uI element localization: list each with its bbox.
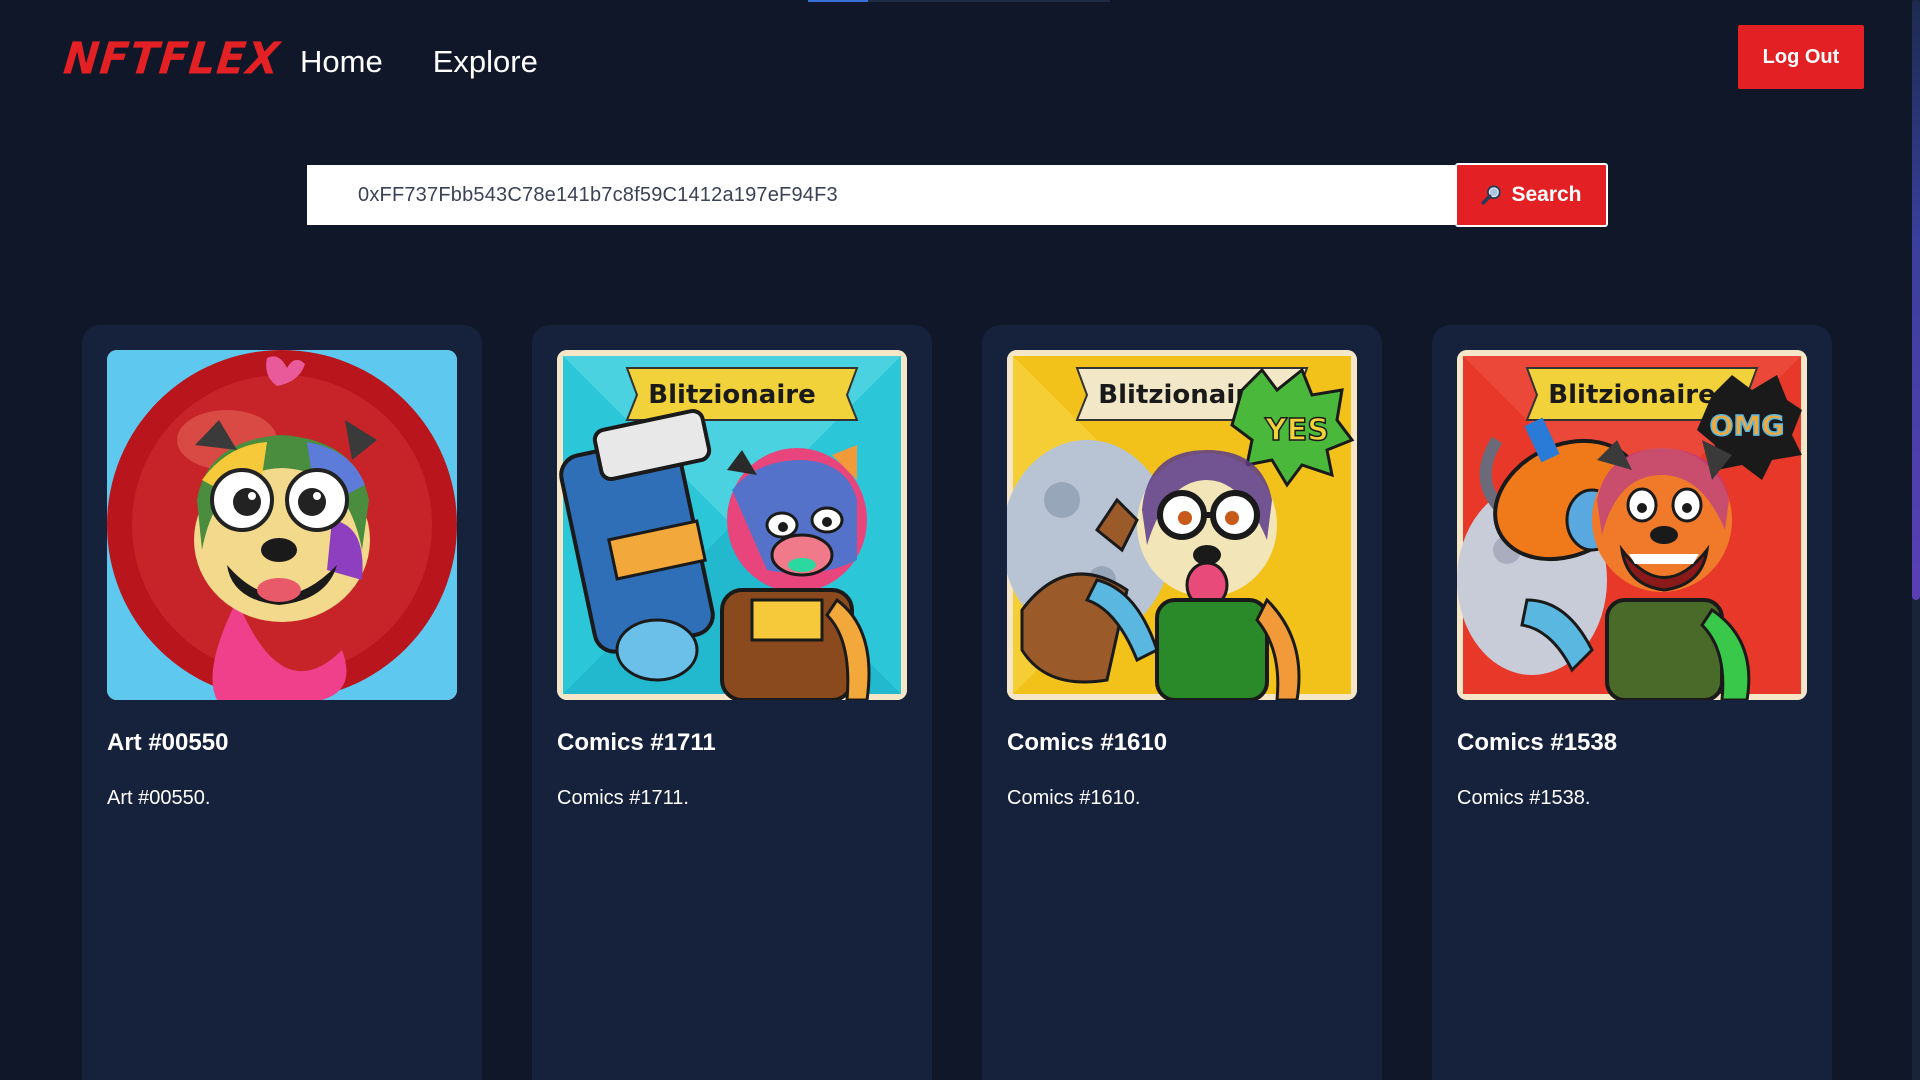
nft-card[interactable]: Blitzionaire Comics #1711 Comics #1711. — [532, 325, 932, 1080]
nav-home-link[interactable]: Home — [300, 44, 383, 80]
search-button[interactable]: Search — [1455, 163, 1608, 227]
artwork-banner-text: Blitzionaire — [648, 380, 815, 410]
nft-card-title: Comics #1610 — [1007, 729, 1168, 756]
wallet-search-bar: Search — [307, 163, 1608, 227]
nft-artwork-comics-yellow: Blitzionaire YES — [1007, 350, 1357, 700]
nft-card-image[interactable] — [107, 350, 457, 700]
nft-card-description: Comics #1711. — [557, 787, 689, 809]
nft-card-description: Art #00550. — [107, 787, 211, 809]
nft-card[interactable]: Blitzionaire OMG Comics #1538 Comics #15… — [1432, 325, 1832, 1080]
nft-card[interactable]: Art #00550 Art #00550. — [82, 325, 482, 1080]
top-header: NFTFLEX Home Explore Log Out — [0, 0, 1920, 120]
nav-explore-link[interactable]: Explore — [433, 44, 538, 80]
nft-card-image[interactable]: Blitzionaire OMG — [1457, 350, 1807, 700]
nft-card-title: Art #00550 — [107, 729, 229, 756]
page-scrollbar[interactable] — [1912, 0, 1920, 1080]
page-scrollbar-thumb[interactable] — [1912, 0, 1920, 600]
logout-button[interactable]: Log Out — [1738, 25, 1864, 89]
nft-artwork-pug-bubble — [107, 350, 457, 700]
nft-card-title: Comics #1711 — [557, 729, 716, 756]
nft-card[interactable]: Blitzionaire YES Comics #1610 Comics #16… — [982, 325, 1382, 1080]
app-viewport: NFTFLEX Home Explore Log Out Search — [0, 0, 1920, 1080]
nft-artwork-comics-red: Blitzionaire OMG — [1457, 350, 1807, 700]
nft-card-title: Comics #1538 — [1457, 729, 1618, 756]
artwork-bubble-yes: YES — [1264, 413, 1329, 448]
magnifier-icon — [1481, 184, 1503, 206]
artwork-banner-text: Blitzionaire — [1548, 380, 1715, 410]
search-button-label: Search — [1511, 183, 1582, 206]
wallet-address-input[interactable] — [307, 165, 1455, 225]
brand-logo[interactable]: NFTFLEX — [61, 33, 282, 84]
nft-card-grid: Art #00550 Art #00550. Blitzionaire Comi… — [82, 325, 1832, 1080]
nft-card-image[interactable]: Blitzionaire — [557, 350, 907, 700]
main-nav: Home Explore — [300, 44, 538, 80]
artwork-bubble-omg: OMG — [1710, 409, 1785, 442]
nft-card-image[interactable]: Blitzionaire YES — [1007, 350, 1357, 700]
nft-card-description: Comics #1538. — [1457, 787, 1591, 809]
nft-artwork-comics-cyan: Blitzionaire — [557, 350, 907, 700]
nft-card-description: Comics #1610. — [1007, 787, 1141, 809]
